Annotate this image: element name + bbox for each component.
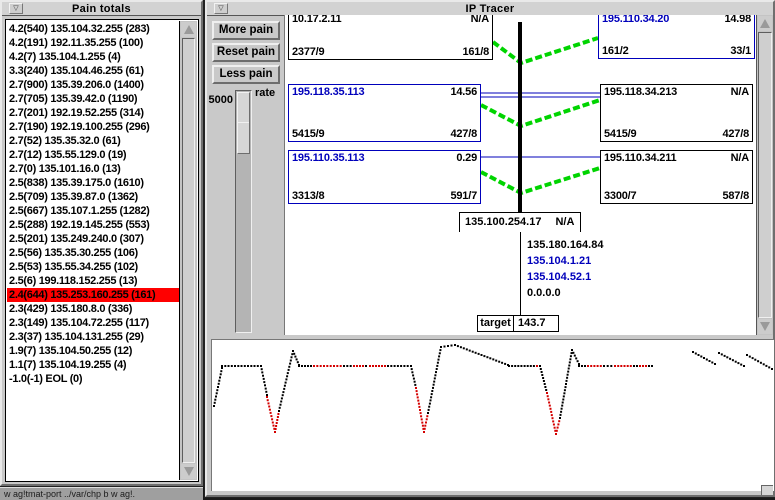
pain-list-item[interactable]: 4.2(191) 192.11.35.255 (100) — [7, 36, 179, 50]
pain-list-item[interactable]: 2.7(52) 135.35.32.0 (61) — [7, 134, 179, 148]
pain-strip-chart — [211, 339, 774, 491]
pain-list-item[interactable]: 2.5(709) 135.39.87.0 (1362) — [7, 190, 179, 204]
pain-list-panel: 4.2(540) 135.104.32.255 (283)4.2(191) 19… — [5, 19, 199, 482]
rate-label: rate — [255, 87, 275, 99]
trace-node-box-r1-left[interactable]: 10.17.2.11 N/A 2377/9 161/8 — [288, 15, 493, 60]
node-ip: 195.110.34.20 — [602, 15, 669, 25]
node-count-left: 2377/9 — [292, 46, 324, 58]
pain-list-item[interactable]: 2.5(201) 135.249.240.0 (307) — [7, 232, 179, 246]
ip-tracer-window: IP Tracer ▽ More pain Reset pain Less pa… — [205, 0, 775, 497]
scroll-down-icon[interactable] — [758, 319, 772, 334]
trace-node-box-r3-right[interactable]: 195.110.34.211 N/A 3300/7 587/8 — [600, 150, 753, 204]
gateway-node-box[interactable]: 135.100.254.17 N/A — [459, 212, 581, 232]
node-count-left: 3313/8 — [292, 190, 324, 202]
scroll-up-icon[interactable] — [758, 16, 772, 31]
ip-tracer-titlebar[interactable]: IP Tracer — [207, 2, 773, 16]
pain-list-item[interactable]: 2.3(429) 135.180.8.0 (336) — [7, 302, 179, 316]
target-label: target — [478, 316, 514, 331]
path-ip: 0.0.0.0 — [527, 285, 603, 301]
node-ip: 195.110.35.113 — [292, 152, 364, 164]
node-ip: 10.17.2.11 — [292, 15, 341, 25]
pain-list: 4.2(540) 135.104.32.255 (283)4.2(191) 19… — [7, 22, 179, 480]
target-value: 143.7 — [514, 316, 558, 331]
path-ip: 135.104.52.1 — [527, 269, 603, 285]
trace-diagram-canvas[interactable]: 10.17.2.11 N/A 2377/9 161/8 195.110.34.20 14.… — [284, 15, 756, 335]
node-ip: 195.110.34.211 — [604, 152, 676, 164]
node-count-right: 161/8 — [462, 46, 489, 58]
pain-list-item[interactable]: 2.7(201) 192.19.52.255 (314) — [7, 106, 179, 120]
node-metric: 14.56 — [450, 86, 477, 98]
pain-list-item[interactable]: 2.5(667) 135.107.1.255 (1282) — [7, 204, 179, 218]
background-window-titlebar[interactable]: w ag!tmat-port ../var/chp b w ag!. — [0, 487, 203, 500]
trace-node-box-r2-left[interactable]: 195.118.35.113 14.56 5415/9 427/8 — [288, 84, 481, 142]
pain-list-item[interactable]: 2.7(705) 135.39.42.0 (1190) — [7, 92, 179, 106]
pain-list-item[interactable]: 2.7(190) 192.19.100.255 (296) — [7, 120, 179, 134]
strip-chart-dots — [212, 340, 773, 490]
node-count-right: 591/7 — [450, 190, 477, 202]
pain-list-item[interactable]: 2.5(838) 135.39.175.0 (1610) — [7, 176, 179, 190]
scrollbar-trough[interactable] — [182, 38, 195, 463]
pain-list-item[interactable]: -1.0(-1) EOL (0) — [7, 372, 179, 386]
resize-corner[interactable] — [761, 485, 773, 495]
diagram-scrollbar[interactable] — [756, 15, 773, 335]
node-count-right: 587/8 — [722, 190, 749, 202]
window-menu-icon[interactable]: ▽ — [9, 3, 23, 14]
trace-node-box-r2-right[interactable]: 195.118.34.213 N/A 5415/9 427/8 — [600, 84, 753, 142]
pain-list-item-selected[interactable]: 2.4(644) 135.253.160.255 (161) — [7, 288, 179, 302]
pain-totals-window: Pain totals ▽ 4.2(540) 135.104.32.255 (2… — [0, 0, 203, 486]
pain-list-item[interactable]: 2.5(288) 192.19.145.255 (553) — [7, 218, 179, 232]
node-count-left: 5415/9 — [604, 128, 636, 140]
node-count-right: 427/8 — [450, 128, 477, 140]
gateway-ip: 135.100.254.17 — [465, 216, 541, 228]
node-count-left: 5415/9 — [292, 128, 324, 140]
gateway-status: N/A — [555, 216, 574, 228]
node-metric: 14.98 — [724, 15, 751, 25]
pain-list-item[interactable]: 4.2(540) 135.104.32.255 (283) — [7, 22, 179, 36]
trace-node-box-r3-left[interactable]: 195.110.35.113 0.29 3313/8 591/7 — [288, 150, 481, 204]
pain-list-item[interactable]: 4.2(7) 135.104.1.255 (4) — [7, 50, 179, 64]
pain-list-item[interactable]: 2.3(149) 135.104.72.255 (117) — [7, 316, 179, 330]
pain-list-item[interactable]: 2.5(56) 135.35.30.255 (106) — [7, 246, 179, 260]
rate-value-label: 5000 — [207, 94, 233, 106]
pain-list-item[interactable]: 1.1(7) 135.104.19.255 (4) — [7, 358, 179, 372]
pain-list-item[interactable]: 2.7(0) 135.101.16.0 (13) — [7, 162, 179, 176]
pain-list-item[interactable]: 2.7(12) 135.55.129.0 (19) — [7, 148, 179, 162]
rate-slider[interactable] — [235, 90, 252, 333]
trace-trunk-line — [518, 22, 522, 221]
node-count-right: 427/8 — [722, 128, 749, 140]
node-metric: N/A — [731, 152, 749, 164]
pain-list-item[interactable]: 1.9(7) 135.104.50.255 (12) — [7, 344, 179, 358]
node-ip: 195.118.35.113 — [292, 86, 364, 98]
path-ip: 135.180.164.84 — [527, 237, 603, 253]
pain-list-item[interactable]: 2.5(53) 135.55.34.255 (102) — [7, 260, 179, 274]
path-line — [520, 232, 521, 316]
desktop: w ag!tmat-port ../var/chp b w ag!. Pain … — [0, 0, 775, 500]
node-ip: 195.118.34.213 — [604, 86, 677, 98]
node-metric: 0.29 — [456, 152, 477, 164]
node-metric: N/A — [731, 86, 749, 98]
pain-list-item[interactable]: 2.3(37) 135.104.131.255 (29) — [7, 330, 179, 344]
node-count-left: 3300/7 — [604, 190, 636, 202]
window-menu-icon[interactable]: ▽ — [214, 3, 228, 14]
scroll-up-icon[interactable] — [181, 22, 196, 37]
scrollbar-trough[interactable] — [758, 32, 772, 318]
pain-list-item[interactable]: 3.3(240) 135.104.46.255 (61) — [7, 64, 179, 78]
path-ip: 135.104.1.21 — [527, 253, 603, 269]
target-row[interactable]: target 143.7 — [477, 315, 559, 332]
reset-pain-button[interactable]: Reset pain — [212, 43, 280, 62]
node-count-left: 161/2 — [602, 45, 629, 57]
more-pain-button[interactable]: More pain — [212, 21, 280, 40]
window-bottom-edge — [207, 491, 773, 495]
pain-totals-titlebar[interactable]: Pain totals — [2, 2, 201, 16]
trace-node-box-r1-right[interactable]: 195.110.34.20 14.98 161/2 33/1 — [598, 15, 755, 59]
less-pain-button[interactable]: Less pain — [212, 65, 280, 84]
pain-list-item[interactable]: 2.5(6) 199.118.152.255 (13) — [7, 274, 179, 288]
path-ip-list: 135.180.164.84135.104.1.21135.104.52.10.… — [527, 237, 603, 301]
scroll-down-icon[interactable] — [181, 464, 196, 479]
node-metric: N/A — [471, 15, 489, 25]
node-count-right: 33/1 — [730, 45, 751, 57]
pain-list-scrollbar[interactable] — [179, 21, 197, 480]
rate-slider-thumb[interactable] — [237, 92, 250, 154]
pain-list-item[interactable]: 2.7(900) 135.39.206.0 (1400) — [7, 78, 179, 92]
